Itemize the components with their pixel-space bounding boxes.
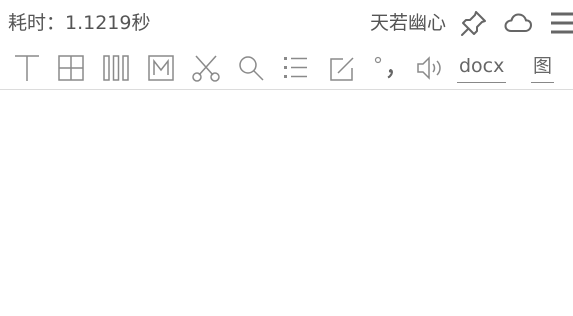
speaker-button[interactable]: [415, 53, 445, 83]
scissors-button[interactable]: [191, 53, 221, 83]
elapsed-time-label: 耗时：1.1219秒: [8, 12, 151, 34]
table-button[interactable]: [56, 53, 86, 83]
list-icon: [284, 57, 307, 78]
m-box-icon: [148, 55, 174, 81]
speaker-icon: [417, 56, 441, 80]
menu-icon: [551, 12, 573, 34]
columns-icon: [103, 55, 129, 81]
image-button[interactable]: 图: [531, 54, 555, 83]
text-cursor-icon: [15, 55, 39, 81]
punctuation-button[interactable]: [370, 53, 400, 83]
toolbar: docx 图: [0, 46, 573, 89]
scissors-icon: [192, 55, 220, 82]
m-mode-button[interactable]: [146, 53, 176, 83]
app-window: 耗时：1.1219秒 天若幽心 docx 图: [0, 0, 573, 316]
search-icon: [239, 56, 264, 81]
result-text-area[interactable]: [0, 90, 573, 316]
user-name[interactable]: 天若幽心: [370, 11, 446, 35]
menu-button[interactable]: [547, 8, 573, 38]
pin-button[interactable]: [459, 8, 489, 38]
pin-icon: [461, 11, 486, 36]
list-button[interactable]: [281, 53, 311, 83]
cloud-button[interactable]: [503, 8, 533, 38]
edit-icon: [330, 57, 354, 81]
search-button[interactable]: [236, 53, 266, 83]
title-bar: 耗时：1.1219秒 天若幽心: [0, 0, 573, 46]
text-cursor-button[interactable]: [12, 53, 42, 83]
docx-button[interactable]: docx: [457, 54, 507, 83]
table-grid-icon: [58, 55, 84, 81]
punctuation-icon: [374, 56, 393, 79]
header-right-group: 天若幽心: [313, 0, 573, 46]
cloud-icon: [504, 13, 532, 32]
edit-button[interactable]: [326, 53, 356, 83]
columns-button[interactable]: [101, 53, 131, 83]
